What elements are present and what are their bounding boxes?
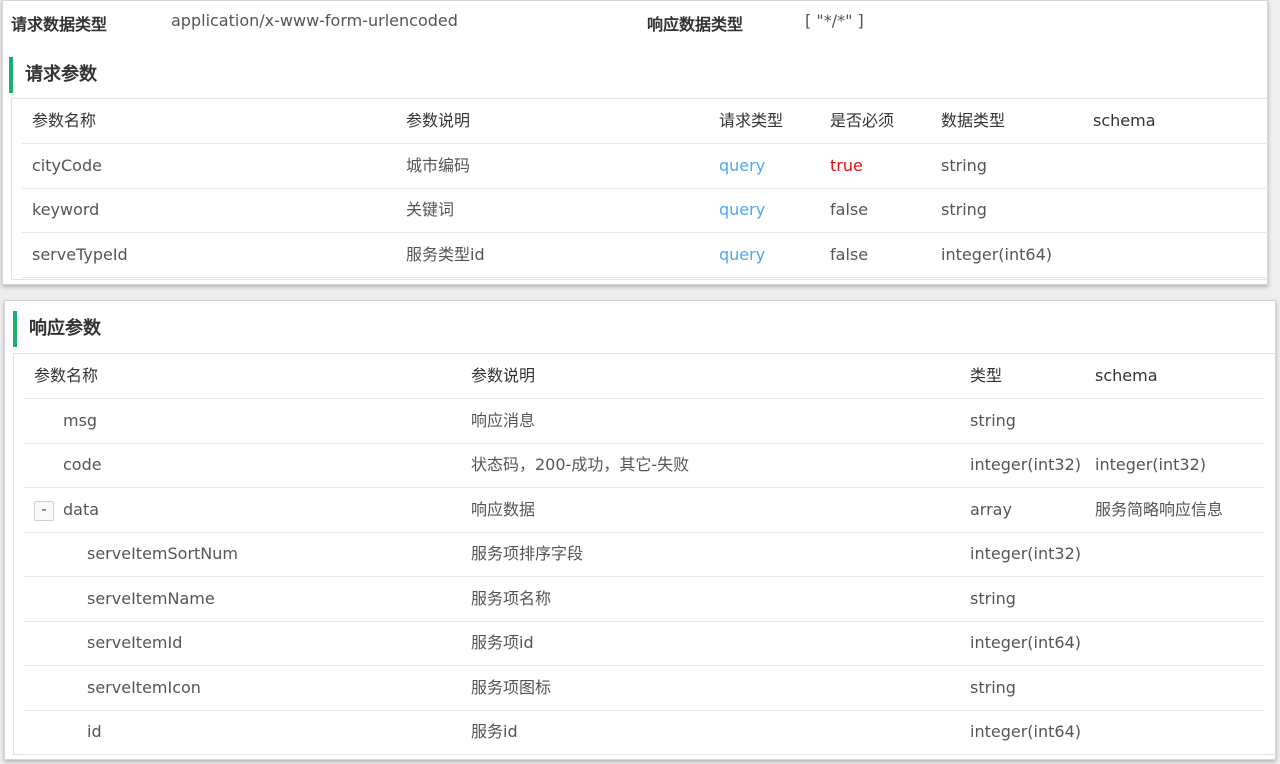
col-header-schema: schema: [1093, 111, 1156, 130]
field-name: serveItemName: [87, 589, 215, 608]
param-in: query: [719, 245, 766, 264]
param-required: false: [830, 200, 869, 219]
field-name: serveItemSortNum: [87, 544, 238, 563]
param-type: integer(int64): [941, 245, 1052, 264]
param-name: serveTypeId: [32, 245, 128, 264]
response-content-type-value: [ "*/*" ]: [805, 11, 864, 30]
col-header-name: 参数名称: [32, 111, 97, 130]
param-desc: 关键词: [406, 200, 455, 219]
field-type: integer(int64): [970, 633, 1081, 652]
field-name: data: [63, 500, 100, 519]
col-header-desc: 参数说明: [406, 111, 471, 130]
param-required: true: [830, 156, 863, 175]
collapse-toggle[interactable]: -: [34, 501, 54, 521]
field-type: integer(int32): [970, 455, 1081, 474]
table-row: code 状态码，200-成功，其它-失败 integer(int32) int…: [24, 443, 1264, 488]
param-type: string: [941, 156, 987, 175]
field-desc: 响应消息: [471, 411, 536, 430]
param-name: cityCode: [32, 156, 102, 175]
field-schema: integer(int32): [1095, 455, 1206, 474]
table-row: cityCode 城市编码 query true string: [22, 144, 1268, 189]
response-params-title: 响应参数: [13, 311, 101, 347]
table-row: keyword 关键词 query false string: [22, 188, 1268, 233]
table-header-row: 参数名称 参数说明 类型 schema: [24, 354, 1264, 399]
request-panel: 请求数据类型 application/x-www-form-urlencoded…: [2, 0, 1268, 285]
field-type: array: [970, 500, 1012, 519]
field-desc: 服务项排序字段: [471, 544, 584, 563]
request-content-type-value: application/x-www-form-urlencoded: [171, 11, 458, 30]
param-type: string: [941, 200, 987, 219]
field-desc: 服务id: [471, 722, 518, 741]
field-type: string: [970, 411, 1016, 430]
field-name: code: [63, 455, 102, 474]
col-header-in: 请求类型: [719, 111, 784, 130]
field-type: integer(int32): [970, 544, 1081, 563]
col-header-type: 类型: [970, 366, 1003, 385]
table-row: serveItemId 服务项id integer(int64): [24, 621, 1264, 666]
table-row: serveItemSortNum 服务项排序字段 integer(int32): [24, 532, 1264, 577]
table-row: serveItemIcon 服务项图标 string: [24, 666, 1264, 711]
response-content-type-label: 响应数据类型: [647, 15, 744, 34]
table-header-row: 参数名称 参数说明 请求类型 是否必须 数据类型 schema: [22, 99, 1268, 144]
response-panel: 响应参数 参数名称 参数说明 类型 schema msg 响应消息 string…: [4, 300, 1276, 760]
field-name: msg: [63, 411, 98, 430]
table-row: - data 响应数据 array 服务简略响应信息: [24, 488, 1264, 533]
field-desc: 服务项id: [471, 633, 534, 652]
field-name: serveItemId: [87, 633, 183, 652]
field-desc: 服务项名称: [471, 589, 552, 608]
field-desc: 服务项图标: [471, 678, 552, 697]
param-in: query: [719, 156, 766, 175]
col-header-desc: 参数说明: [471, 366, 536, 385]
col-header-required: 是否必须: [830, 111, 895, 130]
param-desc: 服务类型id: [406, 245, 485, 264]
field-desc: 响应数据: [471, 500, 536, 519]
table-row: msg 响应消息 string: [24, 399, 1264, 444]
field-type: string: [970, 678, 1016, 697]
param-required: false: [830, 245, 869, 264]
field-schema: 服务简略响应信息: [1095, 500, 1224, 519]
param-in: query: [719, 200, 766, 219]
field-type: integer(int64): [970, 722, 1081, 741]
col-header-schema: schema: [1095, 366, 1158, 385]
field-name: serveItemIcon: [87, 678, 201, 697]
param-name: keyword: [32, 200, 100, 219]
param-desc: 城市编码: [406, 156, 471, 175]
table-row: id 服务id integer(int64): [24, 710, 1264, 755]
col-header-name: 参数名称: [34, 366, 99, 385]
field-desc: 状态码，200-成功，其它-失败: [471, 455, 690, 474]
response-params-table: 参数名称 参数说明 类型 schema msg 响应消息 string code…: [13, 353, 1276, 755]
table-row: serveTypeId 服务类型id query false integer(i…: [22, 233, 1268, 278]
request-params-table: 参数名称 参数说明 请求类型 是否必须 数据类型 schema cityCode…: [11, 98, 1268, 280]
request-params-title: 请求参数: [9, 57, 97, 93]
col-header-type: 数据类型: [941, 111, 1006, 130]
field-name: id: [87, 722, 102, 741]
request-content-type-label: 请求数据类型: [11, 15, 108, 34]
table-row: serveItemName 服务项名称 string: [24, 577, 1264, 622]
field-type: string: [970, 589, 1016, 608]
